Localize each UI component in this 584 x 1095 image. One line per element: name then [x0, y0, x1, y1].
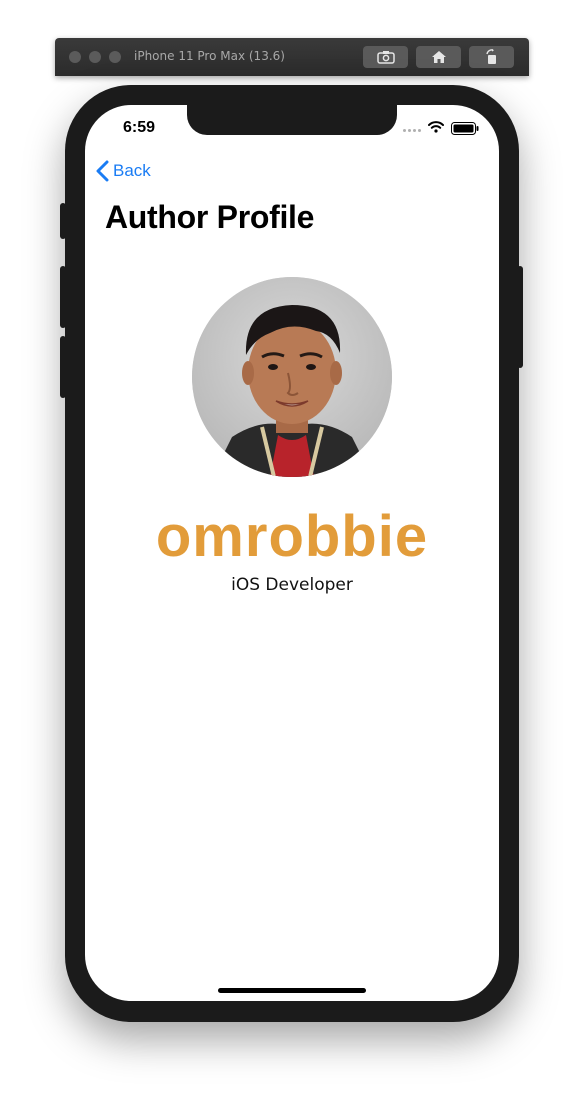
- avatar: [192, 277, 392, 477]
- rotate-icon: [485, 49, 496, 64]
- author-name: omrobbie: [155, 504, 429, 569]
- avatar-portrait: [192, 277, 392, 477]
- simulator-titlebar: iPhone 11 Pro Max (13.6): [55, 38, 529, 76]
- volume-up-button: [60, 266, 66, 328]
- close-window-button[interactable]: [69, 51, 81, 63]
- back-button[interactable]: Back: [96, 160, 151, 182]
- signal-icon: [403, 129, 421, 132]
- page-title: Author Profile: [105, 199, 315, 235]
- minimize-window-button[interactable]: [89, 51, 101, 63]
- power-button: [517, 266, 523, 368]
- battery-icon: [451, 122, 479, 135]
- silent-switch: [60, 203, 66, 239]
- zoom-window-button[interactable]: [109, 51, 121, 63]
- home-icon: [431, 51, 446, 63]
- home-button[interactable]: [416, 46, 461, 68]
- screenshot-button[interactable]: [363, 46, 408, 68]
- device-screen: 6:59 Back Author Profile omrobbie iOS De…: [85, 105, 499, 1001]
- simulator-title: iPhone 11 Pro Max (13.6): [134, 49, 285, 63]
- author-role: iOS Developer: [231, 575, 353, 595]
- volume-down-button: [60, 336, 66, 398]
- iphone-frame: 6:59 Back Author Profile omrobbie iOS De…: [60, 85, 523, 1022]
- rotate-button[interactable]: [469, 46, 514, 68]
- home-indicator[interactable]: [218, 988, 366, 993]
- chevron-left-icon: [96, 160, 109, 182]
- wifi-icon: [428, 121, 444, 133]
- status-time: 6:59: [123, 119, 156, 136]
- stage: iPhone 11 Pro Max (13.6) 6:59 Back Autho…: [0, 0, 584, 1095]
- back-label: Back: [113, 161, 151, 180]
- notch: [187, 105, 397, 135]
- screenshot-icon: [376, 51, 395, 64]
